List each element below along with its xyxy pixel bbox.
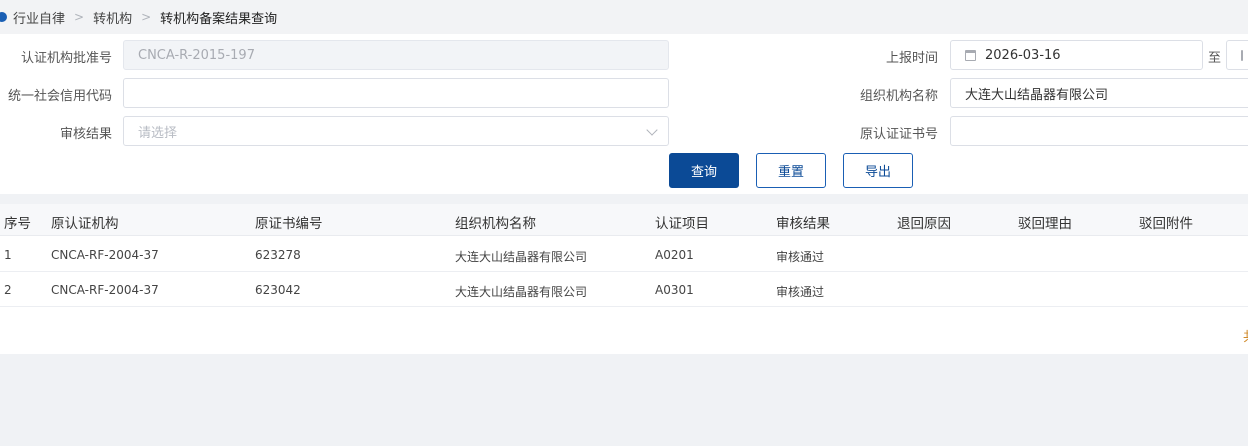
approval-no-value: CNCA-R-2015-197: [138, 47, 255, 63]
breadcrumb-item-current: 转机构备案结果查询: [160, 11, 278, 27]
to-label: 至: [1208, 51, 1222, 66]
breadcrumb-item-industry[interactable]: 行业自律: [13, 8, 65, 27]
approval-no-label: 认证机构批准号: [20, 51, 112, 66]
cell-cert-no: 623042: [255, 283, 301, 297]
org-name-value: 大连大山结晶器有限公司: [965, 87, 1109, 103]
cell-project: A0301: [655, 283, 694, 297]
report-time-start-field[interactable]: 2026-03-16: [950, 40, 1203, 70]
breadcrumb: 行业自律 > 转机构 > 转机构备案结果查询: [0, 0, 1248, 34]
table-row[interactable]: 1 CNCA-RF-2004-37 623278 大连大山结晶器有限公司 A02…: [0, 237, 1248, 272]
column-header: 序号: [4, 216, 31, 232]
approval-no-field: CNCA-R-2015-197: [123, 40, 669, 70]
column-header: 驳回附件: [1139, 216, 1193, 232]
cell-cert-no: 623278: [255, 248, 301, 262]
cell-index: 2: [4, 283, 12, 297]
orig-cert-field[interactable]: [950, 116, 1248, 146]
pager-total-text: 共: [1243, 326, 1248, 345]
cell-project: A0201: [655, 248, 694, 262]
chevron-right-icon: >: [141, 10, 152, 24]
column-header: 认证项目: [655, 216, 709, 232]
column-header: 审核结果: [776, 216, 830, 232]
home-dot-icon: [0, 12, 7, 22]
results-table: 序号 原认证机构 原证书编号 组织机构名称 认证项目 审核结果 退回原因 驳回理…: [0, 204, 1248, 354]
review-result-placeholder: 请选择: [138, 125, 178, 141]
cell-orig-org: CNCA-RF-2004-37: [51, 283, 159, 297]
org-name-label: 组织机构名称: [859, 89, 938, 104]
query-button[interactable]: 查询: [669, 153, 739, 188]
cell-org-name: 大连大山结晶器有限公司: [455, 250, 588, 264]
report-time-label: 上报时间: [885, 51, 938, 66]
chevron-down-icon: [646, 124, 658, 136]
report-time-start-value: 2026-03-16: [985, 47, 1061, 63]
table-row[interactable]: 2 CNCA-RF-2004-37 623042 大连大山结晶器有限公司 A03…: [0, 272, 1248, 307]
orig-cert-label: 原认证证书号: [859, 127, 938, 142]
cell-org-name: 大连大山结晶器有限公司: [455, 285, 588, 299]
reset-button[interactable]: 重置: [756, 153, 826, 188]
cell-index: 1: [4, 248, 12, 262]
cell-review-result: 审核通过: [776, 285, 825, 299]
column-header: 退回原因: [897, 216, 951, 232]
cell-orig-org: CNCA-RF-2004-37: [51, 248, 159, 262]
review-result-label: 审核结果: [59, 127, 112, 142]
column-header: 原认证机构: [51, 216, 119, 232]
cell-review-result: 审核通过: [776, 250, 825, 264]
chevron-right-icon: >: [74, 10, 85, 24]
org-name-field[interactable]: 大连大山结晶器有限公司: [950, 78, 1248, 108]
table-header: 序号 原认证机构 原证书编号 组织机构名称 认证项目 审核结果 退回原因 驳回理…: [0, 204, 1248, 236]
review-result-select[interactable]: 请选择: [123, 116, 669, 146]
credit-code-label: 统一社会信用代码: [7, 89, 112, 104]
calendar-icon: [965, 49, 976, 61]
column-header: 组织机构名称: [455, 216, 536, 232]
breadcrumb-item-transfer[interactable]: 转机构: [93, 8, 132, 27]
credit-code-field[interactable]: [123, 78, 669, 108]
export-button[interactable]: 导出: [843, 153, 913, 188]
column-header: 驳回理由: [1018, 216, 1072, 232]
column-header: 原证书编号: [255, 216, 323, 232]
report-time-end-field[interactable]: [1226, 40, 1248, 70]
calendar-icon: [1241, 49, 1243, 61]
search-form: 认证机构批准号 CNCA-R-2015-197 上报时间 2026-03-16 …: [0, 34, 1248, 194]
